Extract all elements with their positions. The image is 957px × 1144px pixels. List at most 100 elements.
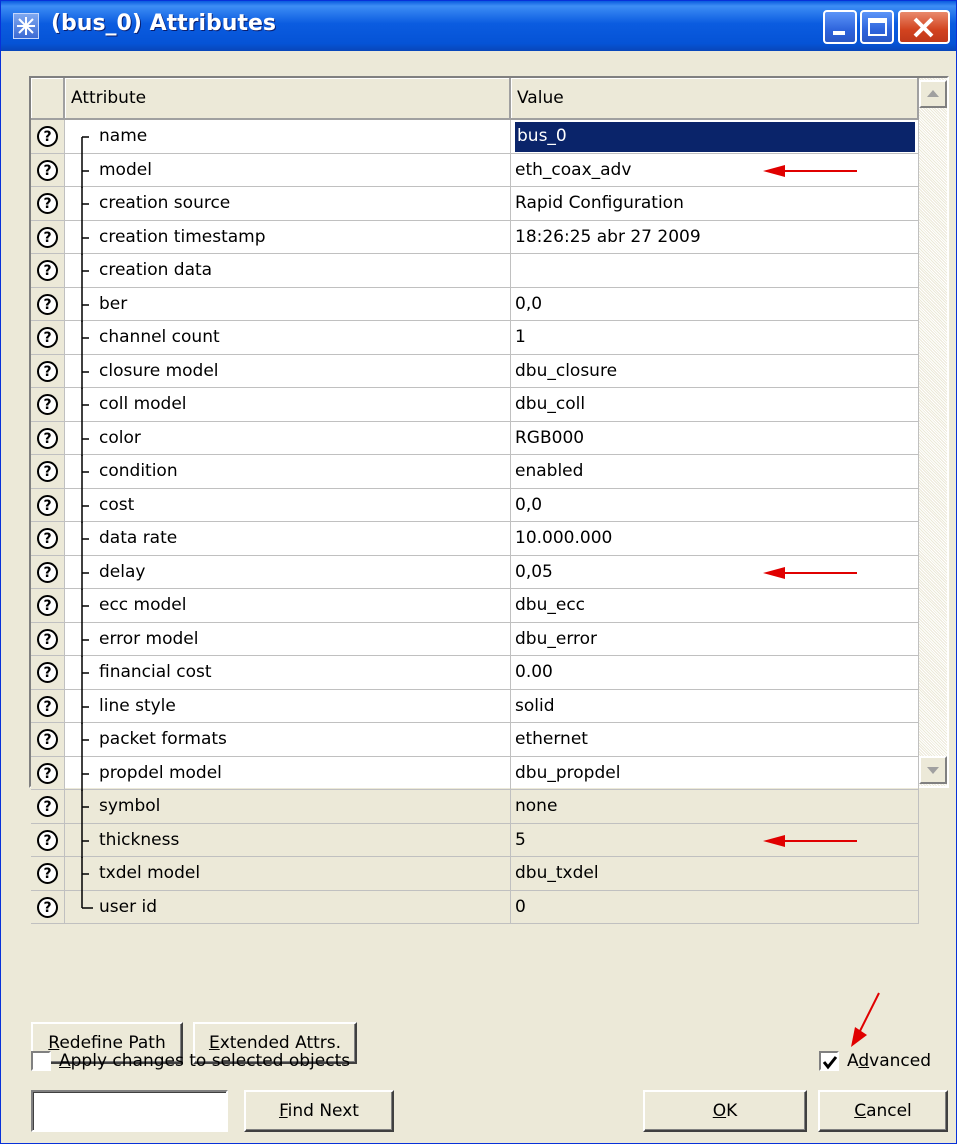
attribute-row[interactable]: ? txdel model dbu_txdel [31,857,919,891]
attribute-row[interactable]: ? cost 0,0 [31,488,919,523]
attribute-row[interactable]: ? color RGB000 [31,421,919,456]
help-icon[interactable]: ? [37,729,58,750]
attribute-value-cell[interactable]: dbu_error [511,622,919,656]
attribute-row[interactable]: ? model eth_coax_adv [31,153,919,188]
attribute-row[interactable]: ? packet formats ethernet [31,723,919,757]
attribute-name-cell[interactable]: cost [65,488,511,523]
close-button[interactable] [898,10,950,44]
cancel-button[interactable]: Cancel [818,1090,948,1132]
attribute-value-cell[interactable]: bus_0 [511,120,919,154]
maximize-button[interactable] [860,10,894,44]
attribute-value-cell[interactable] [511,254,919,288]
help-icon[interactable]: ? [37,159,58,181]
help-icon[interactable]: ? [37,762,58,784]
attribute-name-cell[interactable]: txdel model [65,857,511,891]
apply-changes-checkbox[interactable]: Apply changes to selected objects [31,1049,431,1073]
help-icon[interactable]: ? [37,695,58,717]
attribute-value-cell[interactable]: dbu_txdel [511,857,919,891]
help-icon[interactable]: ? [37,394,58,415]
attribute-value-cell[interactable]: dbu_propdel [511,756,919,790]
attribute-value-cell[interactable]: ethernet [511,723,919,757]
attribute-value-cell[interactable]: eth_coax_adv [511,153,919,187]
ok-button[interactable]: OK [643,1090,807,1132]
attribute-name-cell[interactable]: creation data [65,254,511,288]
attribute-name-cell[interactable]: line style [65,689,511,724]
help-icon[interactable]: ? [37,796,58,817]
help-icon[interactable]: ? [37,494,58,516]
help-icon[interactable]: ? [37,193,58,214]
title-bar[interactable]: (bus_0) Attributes [1,1,956,51]
advanced-checkbox-box[interactable] [819,1051,839,1071]
attribute-name-cell[interactable]: data rate [65,522,511,556]
attribute-value-cell[interactable]: RGB000 [511,421,919,455]
attribute-name-cell[interactable]: coll model [65,388,511,422]
attribute-row[interactable]: ? data rate 10.000.000 [31,522,919,556]
minimize-button[interactable] [823,10,857,44]
advanced-checkbox[interactable]: Advanced [819,1049,955,1073]
attribute-value-cell[interactable]: 0,0 [511,287,919,321]
attribute-row[interactable]: ? channel count 1 [31,321,919,355]
attribute-name-cell[interactable]: thickness [65,823,511,858]
attribute-name-cell[interactable]: color [65,421,511,456]
attribute-name-cell[interactable]: channel count [65,321,511,355]
attribute-value-cell[interactable]: dbu_closure [511,354,919,388]
attribute-name-cell[interactable]: name [65,120,511,154]
help-icon[interactable]: ? [37,896,58,918]
help-icon[interactable]: ? [37,260,58,281]
help-icon[interactable]: ? [37,528,58,549]
help-icon[interactable]: ? [37,226,58,248]
attribute-name-cell[interactable]: creation source [65,187,511,221]
attribute-name-cell[interactable]: user id [65,890,511,924]
attribute-value-cell[interactable]: solid [511,689,919,723]
attribute-value-cell[interactable]: 1 [511,321,919,355]
help-icon[interactable]: ? [37,126,58,147]
attribute-row[interactable]: ? propdel model dbu_propdel [31,756,919,791]
attribute-row[interactable]: ? name bus_0 [31,120,919,154]
attribute-row[interactable]: ? condition enabled [31,455,919,489]
help-icon[interactable]: ? [37,561,58,583]
attribute-row[interactable]: ? error model dbu_error [31,622,919,657]
help-icon[interactable]: ? [37,427,58,449]
attribute-value-cell[interactable]: dbu_ecc [511,589,919,623]
attribute-name-cell[interactable]: creation timestamp [65,220,511,255]
attribute-row[interactable]: ? closure model dbu_closure [31,354,919,389]
help-icon[interactable]: ? [37,360,58,382]
attribute-name-cell[interactable]: delay [65,555,511,590]
vertical-scrollbar[interactable] [919,78,947,786]
attribute-value-cell[interactable]: 0 [511,890,919,924]
attribute-row[interactable]: ? delay 0,05 [31,555,919,590]
attribute-name-cell[interactable]: error model [65,622,511,657]
attribute-row[interactable]: ? thickness 5 [31,823,919,858]
attribute-value-cell[interactable]: Rapid Configuration [511,187,919,221]
attribute-row[interactable]: ? financial cost 0.00 [31,656,919,690]
attribute-name-cell[interactable]: financial cost [65,656,511,690]
help-icon[interactable]: ? [37,863,58,884]
attribute-value-cell[interactable]: dbu_coll [511,388,919,422]
help-icon[interactable]: ? [37,461,58,482]
attribute-value-cell[interactable]: 10.000.000 [511,522,919,556]
attributes-grid[interactable]: Attribute Value ? name bus_0? model eth_coax… [29,76,949,924]
attribute-value-cell[interactable]: 18:26:25 abr 27 2009 [511,220,919,254]
attribute-row[interactable]: ? ber 0,0 [31,287,919,322]
attribute-value-cell[interactable]: 0,0 [511,488,919,522]
attribute-name-cell[interactable]: ber [65,287,511,322]
help-icon[interactable]: ? [37,662,58,683]
find-input[interactable] [31,1090,228,1132]
help-icon[interactable]: ? [37,595,58,616]
help-icon[interactable]: ? [37,293,58,315]
attribute-row[interactable]: ? line style solid [31,689,919,724]
attribute-row[interactable]: ? creation timestamp 18:26:25 abr 27 2009 [31,220,919,255]
apply-changes-checkbox-box[interactable] [31,1051,51,1071]
help-icon[interactable]: ? [37,327,58,348]
attribute-value-cell[interactable]: 0.00 [511,656,919,690]
scroll-down-button[interactable] [919,756,947,784]
attribute-name-cell[interactable]: ecc model [65,589,511,623]
help-icon[interactable]: ? [37,829,58,851]
scroll-up-button[interactable] [919,80,947,108]
attribute-row[interactable]: ? creation data [31,254,919,288]
column-header-attribute[interactable]: Attribute [65,78,511,120]
attribute-value-cell[interactable]: enabled [511,455,919,489]
attribute-name-cell[interactable]: packet formats [65,723,511,757]
attribute-name-cell[interactable]: propdel model [65,756,511,791]
attribute-value-cell[interactable]: none [511,790,919,824]
